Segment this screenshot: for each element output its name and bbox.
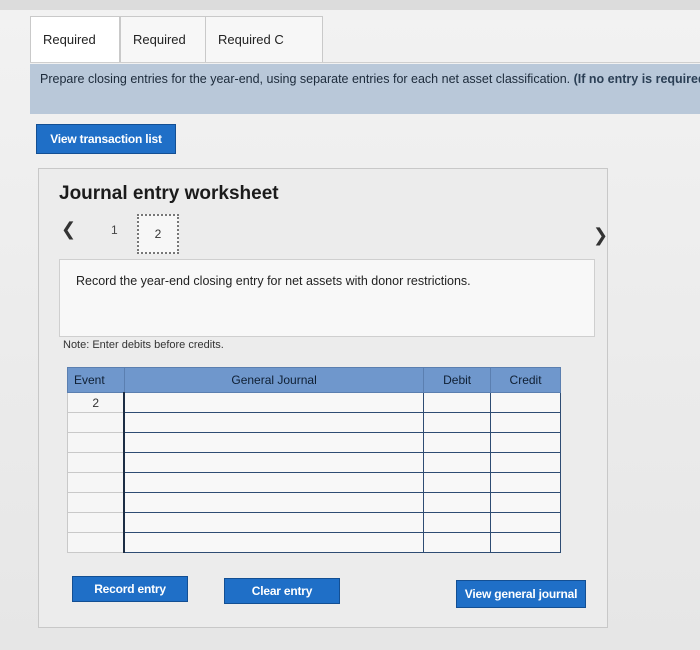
table-row [67,512,561,533]
record-entry-button[interactable]: Record entry [72,576,188,602]
event-cell: 2 [67,392,125,413]
general-journal-header: General Journal [123,367,425,393]
account-field[interactable] [123,412,425,433]
account-field[interactable] [123,472,425,493]
tab-divider [30,62,700,63]
credit-header: Credit [490,367,561,393]
debit-field[interactable] [423,412,492,433]
worksheet-prompt: Record the year-end closing entry for ne… [59,259,595,337]
page: Required A Required B Required C Prepare… [0,0,700,650]
table-row: 2 [67,392,561,413]
debit-header: Debit [423,367,492,393]
worksheet-page-2[interactable]: 2 [137,214,179,254]
event-cell [67,452,125,473]
worksheet-title: Journal entry worksheet [59,183,279,204]
event-cell [67,412,125,433]
worksheet-page-1[interactable]: 1 [111,223,118,237]
credit-field[interactable] [490,512,561,533]
instructions-main: Prepare closing entries for the year-end… [40,72,571,86]
account-field[interactable] [123,512,425,533]
account-field[interactable] [123,392,425,413]
debit-field[interactable] [423,532,492,553]
credit-field[interactable] [490,472,561,493]
event-cell [67,432,125,453]
top-bar [0,0,700,10]
debit-field[interactable] [423,392,492,413]
debit-field[interactable] [423,472,492,493]
chevron-left-icon[interactable]: ❮ [61,219,76,240]
credit-field[interactable] [490,392,561,413]
debit-field[interactable] [423,432,492,453]
journal-table: Event General Journal Debit Credit 2 [67,367,561,553]
account-field[interactable] [123,492,425,513]
tab-required-b[interactable]: Required B [120,16,210,93]
table-row [67,492,561,513]
journal-header-row: Event General Journal Debit Credit [67,367,561,393]
table-row [67,412,561,433]
debit-field[interactable] [423,512,492,533]
journal-entry-worksheet: Journal entry worksheet ❮ 1 2 ❯ Record t… [38,168,608,628]
event-header: Event [67,367,125,393]
instructions-panel: Prepare closing entries for the year-end… [30,64,700,114]
tab-required-c[interactable]: Required C [205,16,323,62]
instructions-note: (If no entry is required for a transacti… [573,72,700,86]
view-transaction-list-button[interactable]: View transaction list [36,124,176,154]
debits-note: Note: Enter debits before credits. [63,339,224,351]
debit-field[interactable] [423,452,492,473]
account-field[interactable] [123,532,425,553]
worksheet-prompt-text: Record the year-end closing entry for ne… [76,274,471,288]
clear-entry-button[interactable]: Clear entry [224,578,340,604]
debit-field[interactable] [423,492,492,513]
chevron-right-icon[interactable]: ❯ [593,225,608,246]
table-row [67,532,561,553]
table-row [67,472,561,493]
credit-field[interactable] [490,412,561,433]
account-field[interactable] [123,432,425,453]
credit-field[interactable] [490,432,561,453]
table-row [67,452,561,473]
view-general-journal-button[interactable]: View general journal [456,580,586,608]
event-cell [67,492,125,513]
event-cell [67,512,125,533]
table-row [67,432,561,453]
event-cell [67,472,125,493]
credit-field[interactable] [490,452,561,473]
account-field[interactable] [123,452,425,473]
event-cell [67,532,125,553]
credit-field[interactable] [490,532,561,553]
credit-field[interactable] [490,492,561,513]
tab-required-a[interactable]: Required A [30,16,120,93]
